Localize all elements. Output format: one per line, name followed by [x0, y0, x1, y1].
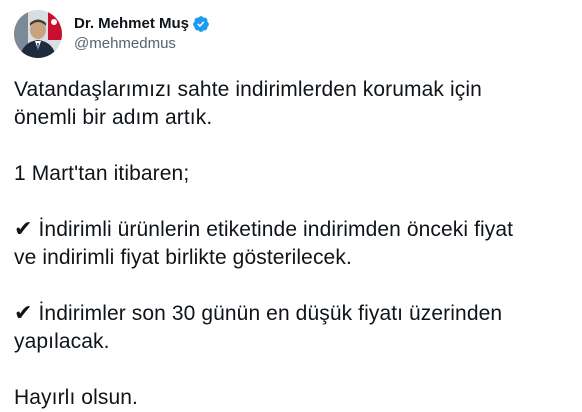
tweet-item-text: İndirimler son 30 günün en düşük fiyatı … — [32, 302, 503, 325]
verified-badge-icon — [193, 16, 209, 32]
tweet-item: ✔ İndirimler son 30 günün en düşük fiyat… — [14, 300, 570, 328]
tweet-line: 1 Mart'tan itibaren; — [14, 162, 190, 185]
check-mark-icon: ✔ — [14, 301, 33, 326]
avatar[interactable] — [14, 10, 62, 58]
tweet-item: ✔ İndirimli ürünlerin etiketinde indirim… — [14, 216, 570, 244]
name-row: Dr. Mehmet Muş — [74, 14, 210, 34]
tweet-text: Vatandaşlarımızı sahte indirimlerden kor… — [14, 76, 570, 412]
check-mark-icon: ✔ — [14, 217, 33, 242]
avatar-photo-icon — [14, 10, 62, 58]
display-name[interactable]: Dr. Mehmet Muş — [74, 14, 189, 34]
tweet-line: yapılacak. — [14, 330, 110, 353]
tweet-item-text: İndirimli ürünlerin etiketinde indirimde… — [32, 218, 514, 241]
tweet-line: önemli bir adım artık. — [14, 106, 213, 129]
author-info: Dr. Mehmet Muş @mehmedmus — [74, 14, 210, 54]
tweet-line: Hayırlı olsun. — [14, 386, 138, 409]
tweet-line: Vatandaşlarımızı sahte indirimlerden kor… — [14, 78, 482, 101]
tweet-header: Dr. Mehmet Muş @mehmedmus — [14, 10, 210, 58]
handle[interactable]: @mehmedmus — [74, 34, 210, 54]
tweet-line: ve indirimli fiyat birlikte gösterilecek… — [14, 246, 352, 269]
